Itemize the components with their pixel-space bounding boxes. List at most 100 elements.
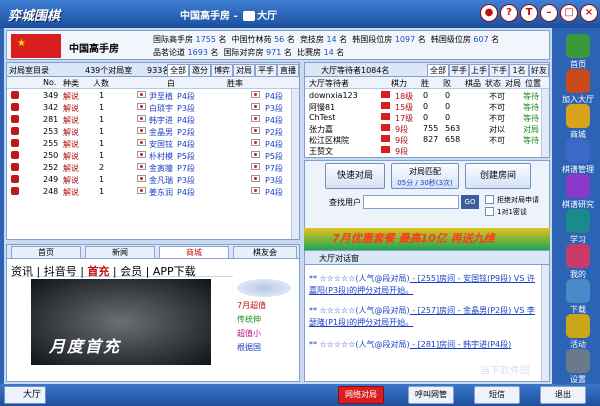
room-link[interactable]: 中国竹林苑 56 名 <box>232 35 295 44</box>
room-name: 中国高手房 <box>69 44 119 55</box>
nav-douyin[interactable]: 抖音号 <box>44 265 77 278</box>
table-row[interactable]: 253 解说 1 金晶男 P2段 P2段 <box>7 127 299 138</box>
message-button[interactable]: 短信 <box>474 386 520 404</box>
tab-upper[interactable]: 上手 <box>469 64 489 77</box>
tools-icon[interactable]: T <box>520 4 538 22</box>
tab-home[interactable]: 首页 <box>11 246 81 259</box>
tab-lower[interactable]: 下手 <box>489 64 509 77</box>
news-panel: 首页 新闻 商城 棋友会 资讯 | 抖音号 | 首充 | 会员 | APP下载 … <box>6 244 300 382</box>
net-game-button[interactable]: 网络对局 <box>338 386 384 404</box>
col-pos[interactable]: 位置 <box>525 78 541 89</box>
tab-news[interactable]: 新闻 <box>85 246 155 259</box>
maximize-icon[interactable]: □ <box>560 4 578 22</box>
status-bar: 大厅 网络对局 呼叫网管 短信 退出 <box>0 384 600 406</box>
sidebar-item[interactable]: 设置 <box>558 347 598 389</box>
tab-live[interactable]: 直播 <box>277 64 299 77</box>
hall-icon <box>243 11 256 21</box>
ad-logo-icon <box>237 279 291 297</box>
room-link[interactable]: 韩国段位房 1097 名 <box>352 35 425 44</box>
nav-news[interactable]: 资讯 <box>11 265 33 278</box>
room-link[interactable]: 国际对弈房 971 名 <box>224 48 292 57</box>
col-user[interactable]: 大厅等待者 <box>309 78 349 89</box>
room-link[interactable]: 竞技房 14 名 <box>300 35 347 44</box>
list-item[interactable]: 王赞文 9段 <box>305 146 549 157</box>
korea-flag-icon <box>251 175 260 182</box>
col-manner[interactable]: 棋品 <box>465 78 481 89</box>
tab-game[interactable]: 对局 <box>233 64 255 77</box>
col-status[interactable]: 状态 <box>485 78 501 89</box>
tab-all[interactable]: 全部 <box>427 64 449 77</box>
col-type[interactable]: 种类 <box>63 78 79 89</box>
room-link[interactable]: 国际高手房 1755 名 <box>153 35 226 44</box>
korea-flag-icon <box>137 175 146 182</box>
promo-banner[interactable]: 月度首充 <box>31 279 211 365</box>
china-flag-icon <box>381 102 390 109</box>
room-link[interactable]: 品茗论道 1693 名 <box>153 48 218 57</box>
promo-strip[interactable]: 7月优惠套餐 最高10亿 再送九维 <box>304 228 550 250</box>
tab-even[interactable]: 平手 <box>255 64 277 77</box>
col-game[interactable]: 对局 <box>505 78 521 89</box>
quick-game-button[interactable]: 快速对局 <box>325 163 385 189</box>
china-flag-icon <box>381 135 390 142</box>
chat-scrollbar[interactable] <box>541 265 549 381</box>
tab-score[interactable]: 邀分 <box>189 64 211 77</box>
col-no[interactable]: No. <box>43 78 56 87</box>
reject-checkbox[interactable] <box>485 195 494 204</box>
sidebar-icon <box>566 244 590 268</box>
col-white[interactable]: 白 <box>167 78 175 89</box>
list-item[interactable]: ChTest 17级 0 0 不可 等待 <box>305 113 549 124</box>
col-lose[interactable]: 败 <box>443 78 451 89</box>
table-row[interactable]: 255 解说 1 安国铉 P4段 P4段 <box>7 139 299 150</box>
nav-member[interactable]: 会员 <box>120 265 142 278</box>
table-row[interactable]: 349 解说 1 尹至植 P4段 P4段 <box>7 91 299 102</box>
account-icon[interactable]: ● <box>480 4 498 22</box>
game-room-list: 对局室目录 439个对局室 933名 全部 邀分 博弈 对局 平手 直播 No.… <box>6 62 300 240</box>
go-button[interactable]: GO <box>461 195 479 209</box>
nav-app[interactable]: APP下载 <box>153 265 196 278</box>
list-item[interactable]: 阿慢81 15级 0 0 不可 等待 <box>305 102 549 113</box>
table-row[interactable]: 250 解说 1 朴村模 P5段 P5段 <box>7 151 299 162</box>
table-row[interactable]: 342 解说 1 白琐宇 P3段 P3段 <box>7 103 299 114</box>
table-row[interactable]: 249 解说 1 金凡瑞 P3段 P3段 <box>7 175 299 186</box>
room-link[interactable]: 韩国级位房 607 名 <box>431 35 499 44</box>
col-winrate[interactable]: 胜率 <box>227 78 243 89</box>
table-row[interactable]: 252 解说 2 金寅瞳 P7段 P7段 <box>7 163 299 174</box>
table-row[interactable]: 248 解说 1 姜东润 P4段 P4段 <box>7 187 299 198</box>
tab-all[interactable]: 全部 <box>167 64 189 77</box>
room-icon <box>11 175 19 183</box>
list-header: No. 种类 人数 白 胜率 <box>7 77 299 89</box>
exit-button[interactable]: 退出 <box>540 386 586 404</box>
tab-shop[interactable]: 商城 <box>159 246 229 259</box>
match-button[interactable]: 对局匹配 05分 / 30秒(3次) <box>391 163 459 189</box>
tab-friends[interactable]: 好友 <box>529 64 549 77</box>
list-title: 对局室目录 <box>9 66 49 75</box>
col-num[interactable]: 人数 <box>93 78 109 89</box>
list-item[interactable]: downxia123 18级 0 0 不可 等待 <box>305 91 549 102</box>
room-icon <box>11 127 19 135</box>
side-ad[interactable]: 7月超值 传统伸 超值小 根据国 <box>237 279 293 365</box>
room-icon <box>11 187 19 195</box>
minimize-icon[interactable]: – <box>540 4 558 22</box>
chat-checkbox[interactable] <box>485 207 494 216</box>
table-row[interactable]: 281 解说 1 韩宇进 P4段 P4段 <box>7 115 299 126</box>
col-rank[interactable]: 棋力 <box>391 78 407 89</box>
list-item[interactable]: 松江区棋院 9段 827 658 不可 等待 <box>305 135 549 146</box>
close-icon[interactable]: × <box>580 4 598 22</box>
nav-recharge[interactable]: 首充 <box>87 265 109 278</box>
room-icon <box>11 163 19 171</box>
create-room-button[interactable]: 创建房间 <box>465 163 531 189</box>
tab-club[interactable]: 棋友会 <box>233 246 297 259</box>
tab-even[interactable]: 平手 <box>449 64 469 77</box>
find-user-input[interactable] <box>363 195 459 209</box>
help-icon[interactable]: ? <box>500 4 518 22</box>
col-win[interactable]: 胜 <box>421 78 429 89</box>
list-item[interactable]: 张力嘉 9段 755 563 对以 对局 <box>305 124 549 135</box>
tab-one[interactable]: 1名 <box>509 64 529 77</box>
call-admin-button[interactable]: 呼叫网管 <box>408 386 454 404</box>
waiting-scrollbar[interactable] <box>541 89 549 157</box>
room-link[interactable]: 比赛房 14 名 <box>297 48 344 57</box>
tab-bet[interactable]: 博弈 <box>211 64 233 77</box>
list-scrollbar[interactable] <box>291 89 299 239</box>
korea-flag-icon <box>137 103 146 110</box>
lobby-tab[interactable]: 大厅 <box>4 386 46 404</box>
